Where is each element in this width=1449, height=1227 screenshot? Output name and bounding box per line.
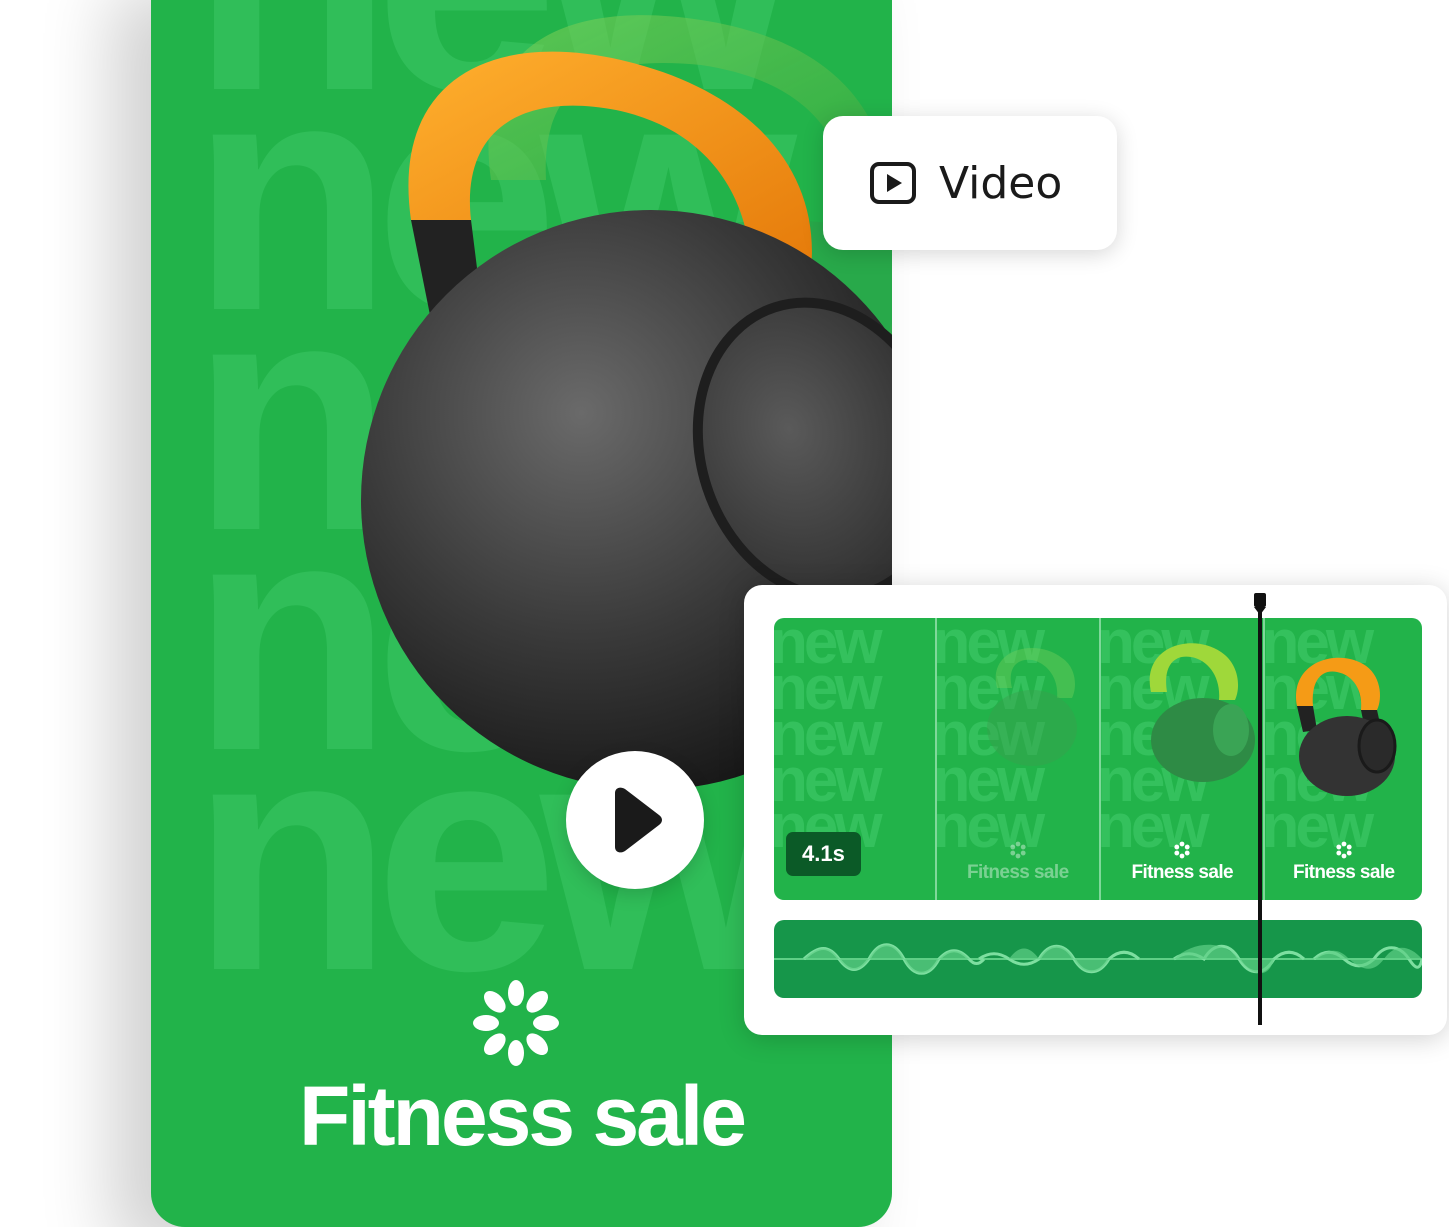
video-format-chip[interactable]: Video bbox=[823, 116, 1117, 250]
brand-logo-icon bbox=[473, 980, 559, 1066]
play-button[interactable] bbox=[566, 751, 704, 889]
brand-logo-icon bbox=[1010, 841, 1026, 859]
kettlebell-thumb-image bbox=[1149, 643, 1255, 782]
frame-title: Fitness sale bbox=[966, 862, 1069, 883]
kettlebell-thumb-image bbox=[986, 648, 1077, 766]
video-chip-label: Video bbox=[939, 157, 1063, 209]
playhead-handle[interactable] bbox=[1254, 593, 1266, 1025]
timeline-editor: new new new new new 4.1s new new new new… bbox=[744, 585, 1447, 1035]
timeline-frame[interactable]: new new new new new Fitness sale bbox=[936, 618, 1101, 900]
frame-title: Fitness sale bbox=[1292, 862, 1395, 883]
brand-logo-icon bbox=[1336, 841, 1352, 859]
kettlebell-thumb-image bbox=[1296, 657, 1397, 796]
duration-badge: 4.1s bbox=[786, 832, 861, 876]
timeline-frame[interactable]: new new new new new Fitness sale bbox=[1100, 618, 1266, 900]
poster-title: Fitness sale bbox=[299, 1069, 747, 1163]
audio-track[interactable] bbox=[774, 920, 1422, 998]
frame-title: Fitness sale bbox=[1131, 862, 1234, 883]
frame-background-word: new bbox=[1265, 792, 1374, 861]
waveform-icon bbox=[774, 943, 1422, 975]
timeline-frame[interactable]: new new new new new 4.1s bbox=[774, 618, 937, 900]
play-icon bbox=[615, 787, 662, 853]
brand-logo-icon bbox=[1174, 841, 1190, 859]
timeline-frame[interactable]: new new new new new Fitness sale bbox=[1265, 618, 1422, 900]
video-play-icon bbox=[870, 162, 916, 204]
frame-strip[interactable]: new new new new new 4.1s new new new new… bbox=[774, 618, 1422, 900]
